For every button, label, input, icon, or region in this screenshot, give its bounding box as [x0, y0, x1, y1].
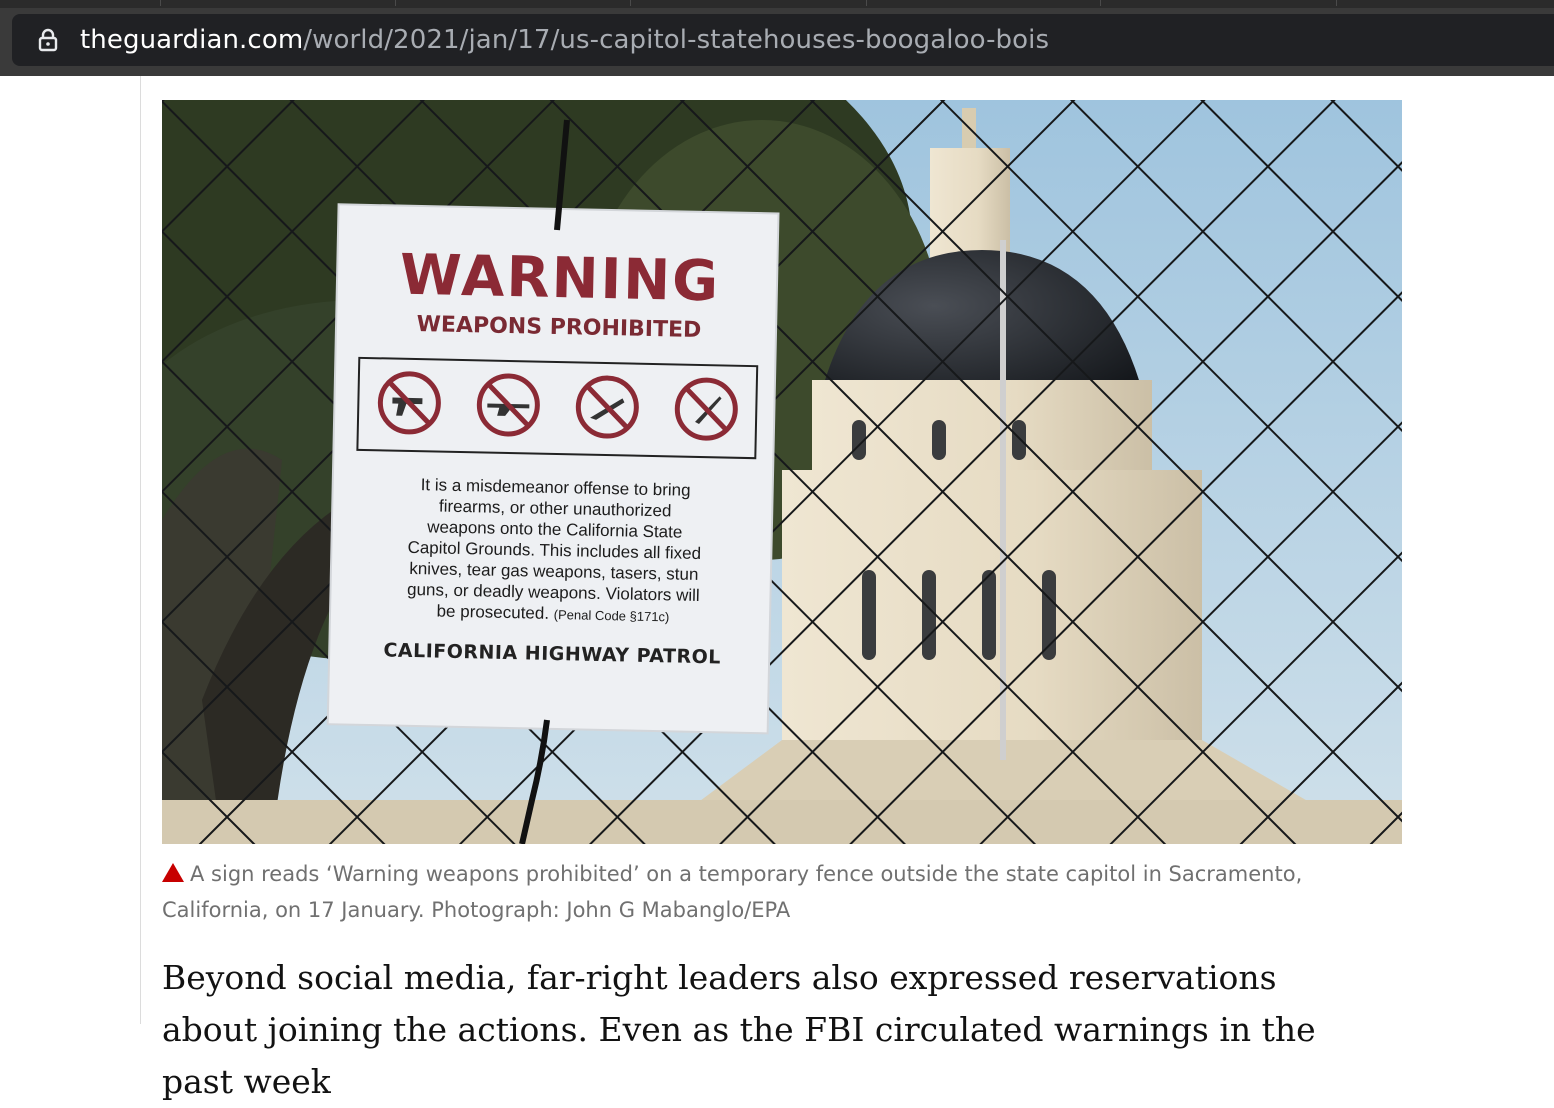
url-path: /world/2021/jan/17/us-capitol-statehouse… [303, 25, 1050, 55]
sign-subtitle: WEAPONS PROHIBITED [416, 312, 702, 344]
sign-body: It is a misdemeanor offense to bring fir… [333, 472, 776, 629]
url-text[interactable]: theguardian.com/world/2021/jan/17/us-cap… [80, 25, 1049, 55]
lock-icon[interactable] [38, 28, 58, 52]
caption-text: A sign reads ‘Warning weapons prohibited… [162, 862, 1303, 922]
no-knife-icon [573, 373, 640, 444]
no-rifle-icon [474, 371, 541, 442]
sign-footer: CALIFORNIA HIGHWAY PATROL [383, 639, 722, 669]
photo-caption: A sign reads ‘Warning weapons prohibited… [162, 856, 1342, 928]
sign-icon-panel [356, 356, 759, 460]
sign-code: (Penal Code §171c) [553, 606, 670, 625]
tab-strip [0, 0, 1554, 8]
browser-toolbar: theguardian.com/world/2021/jan/17/us-cap… [0, 8, 1554, 76]
address-bar[interactable]: theguardian.com/world/2021/jan/17/us-cap… [12, 14, 1554, 66]
sign-title: WARNING [399, 242, 721, 315]
triangle-icon [162, 863, 184, 882]
no-dagger-icon [672, 375, 739, 446]
sign-overlay: WARNING WEAPONS PROHIBITED It is a misde… [331, 210, 782, 729]
article-paragraph: Beyond social media, far-right leaders a… [162, 958, 1316, 1101]
no-handgun-icon [375, 369, 442, 440]
url-host: theguardian.com [80, 25, 304, 55]
column-divider [140, 76, 141, 1024]
